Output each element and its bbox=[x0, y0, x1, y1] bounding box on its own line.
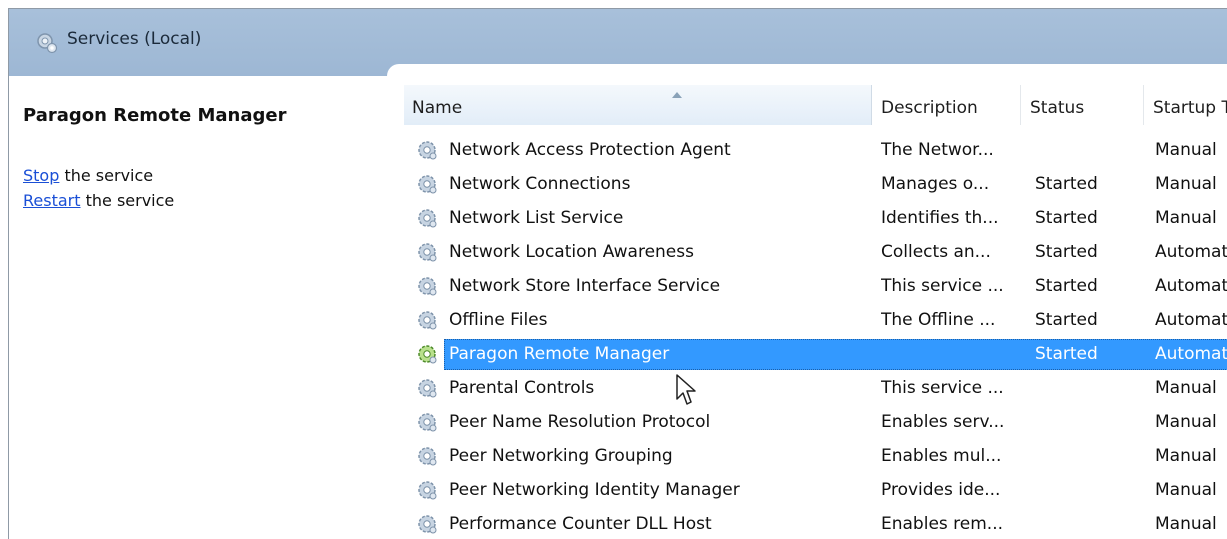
stop-service-action: Stop the service bbox=[23, 166, 153, 185]
service-description: Provides ide... bbox=[881, 480, 1001, 500]
service-gear-icon bbox=[416, 513, 438, 535]
sort-ascending-icon bbox=[672, 92, 682, 98]
service-description: Collects an... bbox=[881, 242, 991, 262]
service-startup-type: Manual bbox=[1155, 480, 1217, 500]
service-name: Paragon Remote Manager bbox=[449, 344, 670, 364]
service-name: Offline Files bbox=[449, 310, 548, 330]
service-gear-icon bbox=[416, 445, 438, 467]
service-status bbox=[1035, 507, 1135, 539]
column-header-startup[interactable]: Startup Type bbox=[1145, 85, 1227, 125]
service-gear-icon bbox=[416, 207, 438, 229]
services-window: Services (Local) Paragon Remote Manager … bbox=[8, 8, 1227, 539]
service-gear-icon bbox=[416, 479, 438, 501]
service-status: Started bbox=[1035, 276, 1098, 296]
column-header-status[interactable]: Status bbox=[1022, 85, 1144, 125]
service-row[interactable]: Network Location Awareness Collects an...… bbox=[404, 235, 1227, 269]
service-name: Network List Service bbox=[449, 208, 624, 228]
service-status: Started bbox=[1035, 208, 1098, 228]
restart-service-action: Restart the service bbox=[23, 191, 174, 210]
service-name: Peer Networking Identity Manager bbox=[449, 480, 740, 500]
service-row[interactable]: Network Store Interface Service This serv… bbox=[404, 269, 1227, 303]
column-header-description[interactable]: Description bbox=[873, 85, 1021, 125]
service-startup-type: Manual bbox=[1155, 174, 1217, 194]
service-description: This service ... bbox=[881, 276, 1004, 296]
service-startup-type: Automatic bbox=[1155, 276, 1227, 296]
service-status bbox=[1035, 473, 1135, 507]
service-description: This service ... bbox=[881, 378, 1004, 398]
stop-link[interactable]: Stop bbox=[23, 166, 59, 185]
service-description bbox=[881, 337, 1019, 371]
service-row[interactable]: Network Connections Manages o... Started Ma… bbox=[404, 167, 1227, 201]
service-name: Network Connections bbox=[449, 174, 631, 194]
service-status bbox=[1035, 371, 1135, 405]
column-name-label: Name bbox=[412, 98, 463, 118]
service-gear-icon bbox=[416, 411, 438, 433]
mouse-pointer-icon bbox=[675, 373, 697, 411]
column-startup-label: Startup Type bbox=[1153, 98, 1227, 118]
service-startup-type: Manual bbox=[1155, 378, 1217, 398]
service-description: The Networ... bbox=[881, 140, 994, 160]
service-name: Peer Name Resolution Protocol bbox=[449, 412, 711, 432]
service-status: Started bbox=[1035, 174, 1098, 194]
service-status: Started bbox=[1035, 310, 1098, 330]
service-row[interactable]: Performance Counter DLL Host Enables rem.… bbox=[404, 507, 1227, 539]
service-description: Enables rem... bbox=[881, 514, 1004, 534]
window-title: Services (Local) bbox=[67, 29, 202, 49]
service-startup-type: Manual bbox=[1155, 514, 1217, 534]
service-name: Peer Networking Grouping bbox=[449, 446, 673, 466]
service-gear-icon bbox=[416, 377, 438, 399]
selected-service-name: Paragon Remote Manager bbox=[23, 105, 287, 126]
service-description: Identifies th... bbox=[881, 208, 999, 228]
service-status: Started bbox=[1035, 242, 1098, 262]
service-name: Parental Controls bbox=[449, 378, 595, 398]
service-gear-icon bbox=[416, 343, 438, 365]
service-row[interactable]: Peer Networking Grouping Enables mul... Ma… bbox=[404, 439, 1227, 473]
service-startup-type: Automatic bbox=[1155, 310, 1227, 330]
service-description: Enables mul... bbox=[881, 446, 1002, 466]
services-list[interactable]: Name Description Status Startup Type Net… bbox=[404, 85, 1227, 539]
service-description: Manages o... bbox=[881, 174, 990, 194]
extended-description-pane: Paragon Remote Manager Stop the service … bbox=[9, 76, 387, 539]
service-gear-icon bbox=[416, 275, 438, 297]
service-startup-type: Automatic bbox=[1155, 344, 1227, 364]
service-status bbox=[1035, 405, 1135, 439]
service-startup-type: Manual bbox=[1155, 446, 1217, 466]
service-row[interactable]: Peer Name Resolution Protocol Enables ser… bbox=[404, 405, 1227, 439]
column-description-label: Description bbox=[881, 98, 978, 118]
service-description: The Offline ... bbox=[881, 310, 996, 330]
service-description: Enables serv... bbox=[881, 412, 1005, 432]
service-row[interactable]: Offline Files The Offline ... Started Autom… bbox=[404, 303, 1227, 337]
service-name: Performance Counter DLL Host bbox=[449, 514, 712, 534]
column-status-label: Status bbox=[1030, 98, 1085, 118]
service-status: Started bbox=[1035, 344, 1098, 364]
service-gear-icon bbox=[416, 309, 438, 331]
restart-action-text: the service bbox=[80, 191, 175, 210]
service-gear-icon bbox=[416, 139, 438, 161]
service-startup-type: Manual bbox=[1155, 140, 1217, 160]
service-name: Network Store Interface Service bbox=[449, 276, 721, 296]
service-row[interactable]: Network Access Protection Agent The Netwo… bbox=[404, 133, 1227, 167]
service-status bbox=[1035, 133, 1135, 167]
service-startup-type: Manual bbox=[1155, 412, 1217, 432]
service-row[interactable]: Paragon Remote Manager Started Automatic bbox=[404, 337, 1227, 371]
column-header-name[interactable]: Name bbox=[404, 85, 872, 125]
service-name: Network Location Awareness bbox=[449, 242, 694, 262]
restart-link[interactable]: Restart bbox=[23, 191, 81, 210]
service-row[interactable]: Peer Networking Identity Manager Provides… bbox=[404, 473, 1227, 507]
stop-action-text: the service bbox=[59, 166, 154, 185]
service-startup-type: Automatic bbox=[1155, 242, 1227, 262]
service-status bbox=[1035, 439, 1135, 473]
service-startup-type: Manual bbox=[1155, 208, 1217, 228]
service-gear-icon bbox=[416, 173, 438, 195]
services-gears-icon bbox=[35, 31, 59, 59]
column-header: Name Description Status Startup Type bbox=[404, 85, 1227, 125]
service-name: Network Access Protection Agent bbox=[449, 140, 731, 160]
service-row[interactable]: Parental Controls This service ... Manual bbox=[404, 371, 1227, 405]
service-row[interactable]: Network List Service Identifies th... Star… bbox=[404, 201, 1227, 235]
list-tab-edge bbox=[387, 64, 1227, 84]
service-gear-icon bbox=[416, 241, 438, 263]
